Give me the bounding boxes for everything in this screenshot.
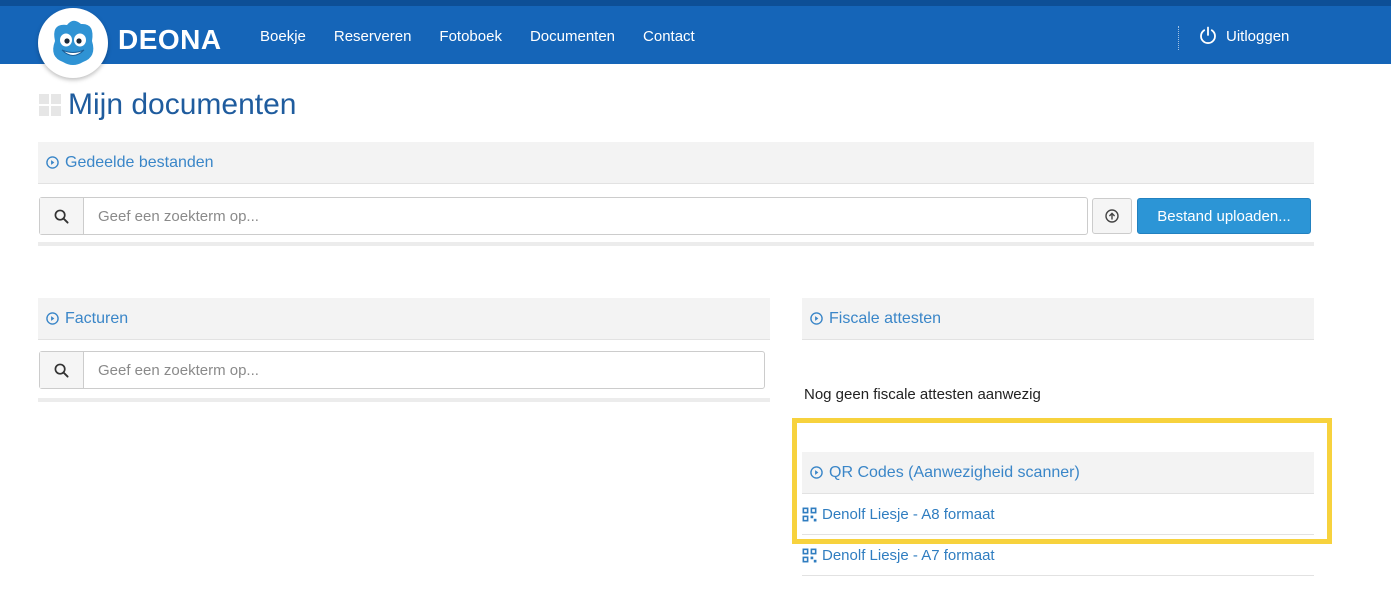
- nav-boekje[interactable]: Boekje: [260, 28, 306, 45]
- qr-code-icon: [802, 548, 817, 563]
- search-icon: [54, 363, 69, 378]
- nav-reserveren[interactable]: Reserveren: [334, 28, 412, 45]
- logo[interactable]: [38, 8, 108, 78]
- invoices-title: Facturen: [65, 309, 129, 327]
- nav-documenten[interactable]: Documenten: [530, 28, 615, 45]
- brand-name[interactable]: DEONA: [118, 24, 222, 56]
- invoices-search: [39, 351, 765, 389]
- qr-item-a8[interactable]: Denolf Liesje - A8 formaat: [802, 495, 1314, 535]
- shared-files-search: [39, 197, 1088, 235]
- section-divider: [38, 242, 1314, 246]
- shared-files-title: Gedeelde bestanden: [65, 153, 214, 171]
- page-title: Mijn documenten: [68, 88, 297, 121]
- qr-item-a7[interactable]: Denolf Liesje - A7 formaat: [802, 536, 1314, 576]
- nav-separator: [1178, 26, 1179, 50]
- logout-label: Uitloggen: [1226, 27, 1290, 45]
- tax-certificates-empty-message: Nog geen fiscale attesten aanwezig: [804, 386, 1041, 403]
- tax-certificates-header[interactable]: Fiscale attesten: [802, 298, 1314, 340]
- search-icon: [54, 209, 69, 224]
- qr-item-label: Denolf Liesje - A7 formaat: [822, 547, 995, 564]
- main-nav: Boekje Reserveren Fotoboek Documenten Co…: [260, 28, 695, 45]
- search-addon[interactable]: [40, 198, 84, 234]
- shared-files-header[interactable]: Gedeelde bestanden: [38, 142, 1314, 184]
- invoices-search-input[interactable]: [84, 352, 764, 388]
- qr-codes-title: QR Codes (Aanwezigheid scanner): [829, 463, 1080, 481]
- circle-arrow-icon: [810, 312, 823, 325]
- logout-button[interactable]: Uitloggen: [1198, 26, 1289, 46]
- qr-codes-header[interactable]: QR Codes (Aanwezigheid scanner): [802, 452, 1314, 494]
- circle-arrow-icon: [810, 466, 823, 479]
- grid-icon: [39, 94, 61, 116]
- shared-files-search-input[interactable]: [84, 198, 1087, 234]
- top-navbar: DEONA Boekje Reserveren Fotoboek Documen…: [0, 0, 1391, 64]
- upload-file-button[interactable]: Bestand uploaden...: [1137, 198, 1311, 234]
- upload-circle-icon: [1105, 209, 1119, 223]
- circle-arrow-icon: [46, 312, 59, 325]
- page-title-row: Mijn documenten: [38, 88, 296, 122]
- nav-fotoboek[interactable]: Fotoboek: [439, 28, 502, 45]
- section-divider: [38, 398, 770, 402]
- qr-code-icon: [802, 507, 817, 522]
- upload-icon-button[interactable]: [1092, 198, 1132, 234]
- tax-certificates-title: Fiscale attesten: [829, 309, 942, 327]
- qr-item-label: Denolf Liesje - A8 formaat: [822, 506, 995, 523]
- power-icon: [1200, 26, 1216, 44]
- circle-arrow-icon: [46, 156, 59, 169]
- smiley-mascot-icon: [53, 20, 94, 65]
- invoices-header[interactable]: Facturen: [38, 298, 770, 340]
- search-addon[interactable]: [40, 352, 84, 388]
- nav-contact[interactable]: Contact: [643, 28, 695, 45]
